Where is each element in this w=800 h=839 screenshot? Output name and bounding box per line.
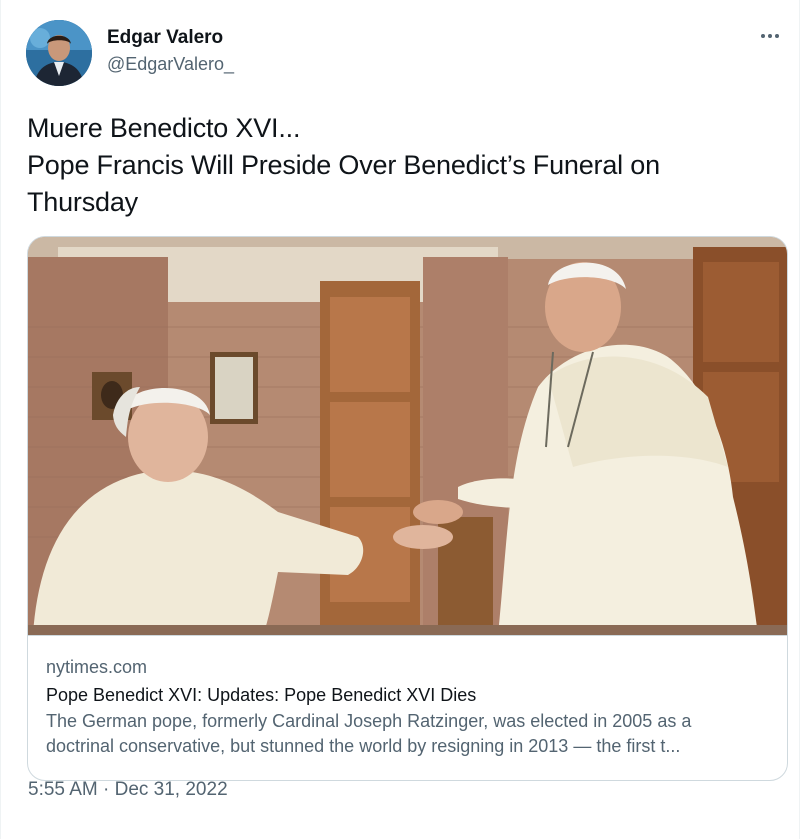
link-card[interactable]: nytimes.com Pope Benedict XVI: Updates: … <box>27 236 788 781</box>
more-menu-button[interactable] <box>756 22 784 50</box>
link-card-description: The German pope, formerly Cardinal Josep… <box>46 709 781 759</box>
link-card-description-line: The German pope, formerly Cardinal Josep… <box>46 711 692 731</box>
more-horizontal-icon <box>761 34 779 38</box>
tweet: Edgar Valero @EdgarValero_ Muere Benedic… <box>0 0 800 839</box>
tweet-date[interactable]: Dec 31, 2022 <box>115 779 228 800</box>
avatar-image <box>26 20 92 86</box>
link-card-image[interactable] <box>28 237 787 636</box>
avatar[interactable] <box>26 20 92 86</box>
tweet-text-line: Muere Benedicto XVI... <box>27 113 301 143</box>
card-photo <box>28 237 787 635</box>
timestamp-separator: · <box>103 779 110 800</box>
author-names: Edgar Valero @EdgarValero_ <box>107 26 234 76</box>
link-card-title: Pope Benedict XVI: Updates: Pope Benedic… <box>46 685 477 705</box>
tweet-text: Muere Benedicto XVI... Pope Francis Will… <box>27 110 777 221</box>
link-card-domain: nytimes.com <box>46 657 148 677</box>
link-card-description-line: doctrinal conservative, but stunned the … <box>46 736 681 756</box>
tweet-text-line: Thursday <box>27 187 138 217</box>
tweet-header: Edgar Valero @EdgarValero_ <box>26 20 786 86</box>
author-display-name[interactable]: Edgar Valero <box>107 26 234 50</box>
tweet-text-line: Pope Francis Will Preside Over Benedict’… <box>27 150 660 180</box>
tweet-timestamp: 5:55 AM · Dec 31, 2022 <box>28 778 228 802</box>
link-card-body: nytimes.com Pope Benedict XVI: Updates: … <box>46 655 781 759</box>
author-handle[interactable]: @EdgarValero_ <box>107 52 234 76</box>
tweet-time[interactable]: 5:55 AM <box>28 779 98 800</box>
